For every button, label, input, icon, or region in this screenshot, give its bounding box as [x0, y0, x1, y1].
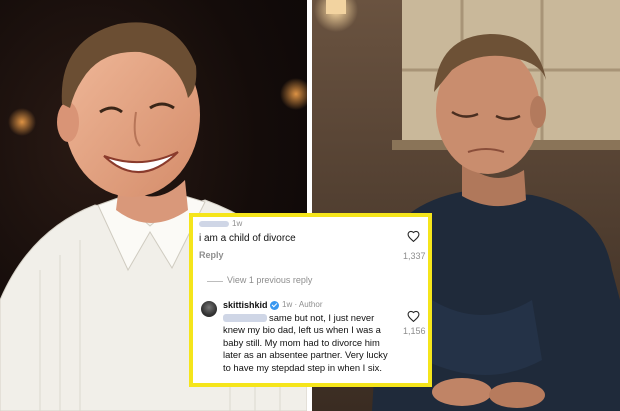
author-label: Author [298, 300, 323, 309]
comment-meta: 1w · Author [282, 300, 323, 309]
comment-time: 1w [282, 300, 293, 309]
like-count: 1,156 [403, 326, 426, 336]
composite-image: 1w i am a child of divorce Reply 1,337 V… [0, 0, 620, 411]
heart-icon[interactable] [407, 309, 420, 327]
comment-text: same but not, I just never knew my bio d… [223, 312, 388, 373]
comment-card: 1w i am a child of divorce Reply 1,337 V… [189, 213, 432, 387]
comment-2: skittishkid 1w · Author same but not, I … [193, 217, 428, 387]
comment-username[interactable]: skittishkid [223, 300, 268, 310]
verified-badge-icon [270, 301, 279, 310]
avatar [201, 301, 217, 317]
